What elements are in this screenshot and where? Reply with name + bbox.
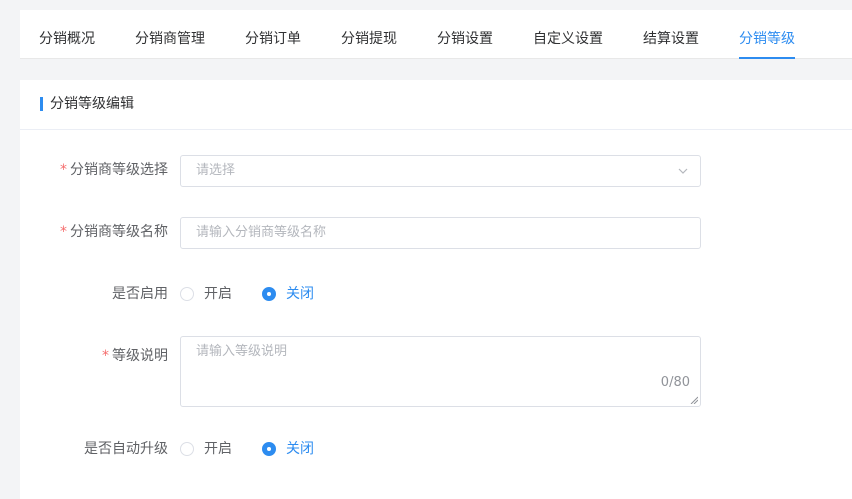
auto-upgrade-label: 是否自动升级 (84, 441, 168, 457)
required-mark: * (60, 162, 67, 178)
description-textarea[interactable]: 请输入等级说明 0/80 (180, 336, 701, 407)
enabled-label: 是否启用 (112, 286, 168, 302)
level-select[interactable]: 请选择 (180, 155, 701, 187)
auto-upgrade-radio-on[interactable]: 开启 (180, 439, 240, 459)
active-tab-indicator (739, 57, 795, 59)
enabled-radio-off[interactable]: 关闭 (262, 284, 322, 304)
char-counter: 0/80 (660, 375, 690, 390)
radio-icon (180, 442, 194, 456)
tab-settlement-settings[interactable]: 结算设置 (643, 29, 699, 49)
tab-distributor-management[interactable]: 分销商管理 (135, 29, 205, 49)
required-mark: * (60, 224, 67, 240)
auto-upgrade-radio-off[interactable]: 关闭 (262, 439, 322, 459)
level-name-input[interactable]: 请输入分销商等级名称 (180, 217, 701, 249)
tab-bar: 分销概况 分销商管理 分销订单 分销提现 分销设置 自定义设置 结算设置 分销等… (20, 10, 852, 59)
radio-icon (180, 287, 194, 301)
radio-checked-icon (262, 287, 276, 301)
description-placeholder: 请输入等级说明 (196, 344, 288, 359)
level-select-label: * 分销商等级选择 (60, 162, 168, 178)
chevron-down-icon (678, 168, 688, 174)
level-select-placeholder: 请选择 (196, 163, 236, 178)
panel-header: 分销等级编辑 (20, 80, 852, 130)
tab-custom-settings[interactable]: 自定义设置 (533, 29, 603, 49)
panel-title: 分销等级编辑 (50, 96, 134, 112)
enabled-radio-on[interactable]: 开启 (180, 284, 240, 304)
required-mark: * (102, 348, 109, 364)
title-accent-bar (40, 97, 43, 111)
tab-withdrawals[interactable]: 分销提现 (341, 29, 397, 49)
resize-handle-icon[interactable] (690, 396, 698, 404)
tab-distribution-levels[interactable]: 分销等级 (739, 29, 795, 49)
level-name-placeholder: 请输入分销商等级名称 (196, 225, 327, 240)
level-name-label: * 分销商等级名称 (60, 224, 168, 240)
radio-checked-icon (262, 442, 276, 456)
description-label: * 等级说明 (102, 348, 168, 364)
tab-overview[interactable]: 分销概况 (39, 29, 95, 49)
tab-distribution-orders[interactable]: 分销订单 (245, 29, 301, 49)
tab-distribution-settings[interactable]: 分销设置 (437, 29, 493, 49)
